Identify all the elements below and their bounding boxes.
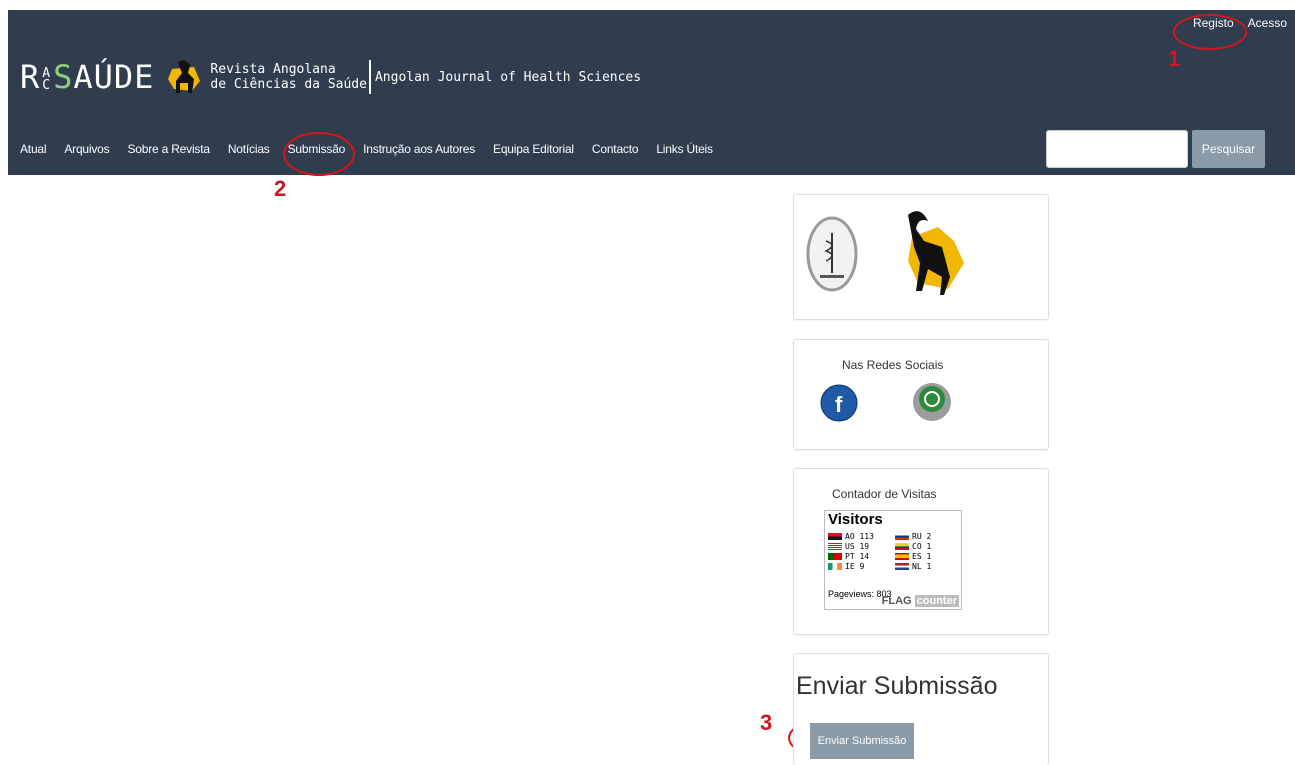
site-brand[interactable]: R A C S AÚDE Revista Angolana de Ciências da…: [20, 58, 641, 96]
counter-row: PT 14: [828, 552, 869, 561]
site-header: Registo Acesso R A C S AÚDE Revista Angolana…: [8, 10, 1295, 175]
main-nav: Atual Arquivos Sobre a Revista Notícias …: [20, 142, 731, 156]
country-count: 14: [859, 552, 870, 561]
counter-row: ES 1: [895, 552, 931, 561]
flag-es-icon: [895, 553, 909, 560]
submission-panel: Enviar Submissão Enviar Submissão: [793, 653, 1049, 765]
facebook-icon[interactable]: f: [820, 384, 858, 422]
social-title: Nas Redes Sociais: [842, 358, 944, 372]
flag-us-icon: [828, 543, 842, 550]
counter-row: RU 2: [895, 532, 931, 541]
brand-subtitle: Revista Angolana de Ciências da Saúde: [210, 62, 367, 92]
country-count: 113: [859, 532, 874, 541]
flag-counter-suffix: counter: [914, 595, 959, 607]
flag-counter-widget[interactable]: Visitors AO 113 US 19 PT 14 IE 9 RU 2 CO…: [824, 510, 962, 610]
visitor-counter-panel: Contador de Visitas Visitors AO 113 US 1…: [793, 468, 1049, 635]
country-count: 1: [926, 552, 932, 561]
nav-item-instrucao[interactable]: Instrução aos Autores: [363, 142, 475, 156]
flag-ao-icon: [828, 533, 842, 540]
annotation-number-1: 1: [1168, 46, 1181, 71]
brand-subtitle-line2: de Ciências da Saúde: [210, 77, 367, 92]
counter-title: Contador de Visitas: [832, 487, 937, 501]
submission-heading: Enviar Submissão: [796, 672, 998, 700]
flag-ru-icon: [895, 533, 909, 540]
whatsapp-icon[interactable]: [912, 382, 952, 422]
annotation-number-2: 2: [274, 176, 287, 201]
country-code: RU: [912, 532, 922, 541]
send-submission-button[interactable]: Enviar Submissão: [810, 723, 914, 759]
flag-co-icon: [895, 543, 909, 550]
flag-nl-icon: [895, 563, 909, 570]
logo-text: R A C S AÚDE: [20, 58, 155, 96]
antelope-logo-icon: [168, 60, 201, 93]
counter-row: CO 1: [895, 542, 931, 551]
flag-pt-icon: [828, 553, 842, 560]
nav-item-noticias[interactable]: Notícias: [228, 142, 270, 156]
counter-row: IE 9: [828, 562, 864, 571]
annotation-number-3: 3: [760, 710, 773, 735]
country-count: 2: [926, 532, 932, 541]
country-count: 1: [926, 562, 932, 571]
nav-item-contacto[interactable]: Contacto: [592, 142, 639, 156]
social-panel: Nas Redes Sociais f: [793, 339, 1049, 450]
login-link[interactable]: Acesso: [1248, 16, 1287, 30]
search-input[interactable]: [1046, 130, 1188, 168]
counter-row: AO 113: [828, 532, 874, 541]
country-count: 9: [859, 562, 865, 571]
brand-subtitle-line1: Revista Angolana: [210, 62, 336, 77]
country-code: AO: [845, 532, 855, 541]
flag-counter-logo: FLAG counter: [882, 595, 959, 607]
country-count: 19: [859, 542, 870, 551]
flag-counter-brand: FLAG: [881, 595, 912, 607]
country-code: CO: [912, 542, 922, 551]
search-button[interactable]: Pesquisar: [1192, 130, 1265, 168]
nav-item-equipa[interactable]: Equipa Editorial: [493, 142, 574, 156]
country-code: PT: [845, 552, 855, 561]
nav-item-sobre[interactable]: Sobre a Revista: [127, 142, 210, 156]
nav-item-links[interactable]: Links Úteis: [656, 142, 713, 156]
counter-row: US 19: [828, 542, 869, 551]
counter-row: NL 1: [895, 562, 931, 571]
country-code: IE: [845, 562, 855, 571]
antelope-map-icon: [908, 211, 964, 295]
health-journal-seal-icon: [806, 216, 858, 292]
logo-panel: [793, 194, 1049, 320]
nav-item-atual[interactable]: Atual: [20, 142, 47, 156]
country-code: NL: [912, 562, 922, 571]
annotation-ellipse-2: [283, 132, 355, 176]
svg-text:f: f: [835, 392, 843, 417]
brand-divider: [368, 60, 371, 94]
country-count: 1: [926, 542, 932, 551]
country-code: ES: [912, 552, 922, 561]
english-title: Angolan Journal of Health Sciences: [374, 69, 642, 85]
annotation-ellipse-1: [1173, 14, 1247, 50]
counter-widget-title: Visitors: [828, 511, 883, 528]
country-code: US: [845, 542, 855, 551]
flag-ie-icon: [828, 563, 842, 570]
nav-item-arquivos[interactable]: Arquivos: [64, 142, 109, 156]
